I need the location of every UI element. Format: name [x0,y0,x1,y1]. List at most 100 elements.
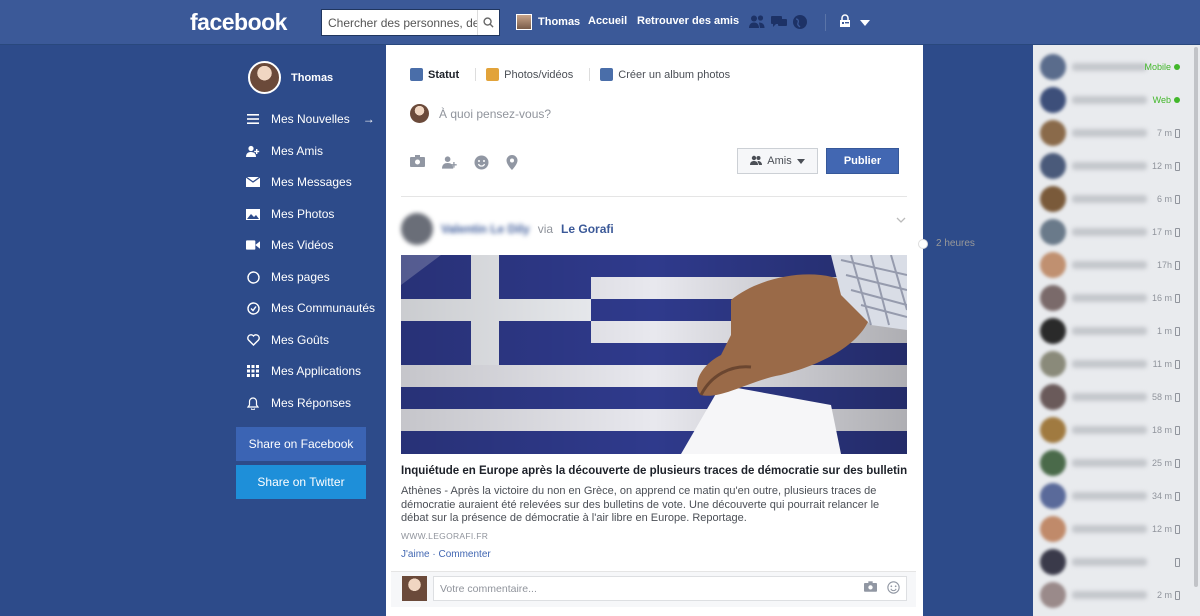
publish-button[interactable]: Publier [826,148,899,174]
chat-contact[interactable]: 12 m [1040,515,1190,543]
comment-input[interactable]: Votre commentaire... [433,576,907,601]
share-on-twitter-button[interactable]: Share on Twitter [236,465,366,499]
camera-icon[interactable] [864,581,877,597]
avatar [1040,351,1066,377]
emoji-icon[interactable] [887,581,900,597]
chat-contact-name [1072,591,1147,599]
camera-icon[interactable] [410,155,425,170]
status-input[interactable]: À quoi pensez-vous? [410,104,551,123]
sidebar-item-label: Mes pages [271,270,330,284]
feeling-smiley-icon[interactable] [474,155,489,170]
sidebar-item-videos[interactable]: Mes Vidéos [246,238,333,252]
avatar [1040,285,1066,311]
avatar [1040,384,1066,410]
chat-contact[interactable]: 17h [1040,251,1190,279]
chat-contact[interactable] [1040,548,1190,576]
sidebar-item-label: Mes Nouvelles [271,112,350,126]
sidebar-item-label: Mes Photos [271,207,335,221]
post-author[interactable]: Valentin Le Dily [441,222,530,236]
post-header: Valentin Le Dily via Le Gorafi [401,213,614,245]
post-link-description: Athènes - Après la victoire du non en Gr… [401,485,880,524]
messages-icon[interactable] [770,14,787,30]
chat-contact[interactable]: 34 m [1040,482,1190,510]
post-source-link[interactable]: Le Gorafi [561,222,614,236]
chat-contact-status: Mobile [1144,62,1180,72]
bell-icon [246,396,260,410]
chat-contact[interactable]: 12 m [1040,152,1190,180]
tab-create-album[interactable]: Créer un album photos [589,68,730,81]
topbar-user-name: Thomas [538,16,581,28]
chat-contact[interactable]: 6 m [1040,185,1190,213]
chat-contact[interactable]: 2 m [1040,581,1190,609]
comment-link[interactable]: Commenter [438,549,490,560]
topbar-profile-link[interactable]: Thomas [516,14,580,30]
envelope-icon [246,175,260,189]
chat-contact-status: 12 m [1152,161,1180,171]
notifications-globe-icon[interactable] [792,14,808,30]
sidebar-item-nouvelles[interactable]: Mes Nouvelles → [246,112,375,126]
status-placeholder: À quoi pensez-vous? [439,106,552,121]
tab-photos-videos[interactable]: Photos/vidéos [475,68,573,81]
share-on-facebook-button[interactable]: Share on Facebook [236,427,366,461]
facebook-logo[interactable]: facebook [190,9,287,36]
avatar [1040,549,1066,575]
avatar [410,104,429,123]
mobile-phone-icon [1175,425,1180,435]
author-avatar[interactable] [401,213,433,245]
like-link[interactable]: J'aime [401,549,430,560]
location-pin-icon[interactable] [506,155,521,170]
search-box [321,9,500,36]
post-options-chevron-icon[interactable] [896,212,906,226]
post-link-title[interactable]: Inquiétude en Europe après la découverte… [401,465,907,477]
chat-status-text: 2 m [1156,590,1172,600]
chat-contact[interactable]: 18 m [1040,416,1190,444]
chat-contact-name [1072,360,1147,368]
mobile-phone-icon [1175,359,1180,369]
search-icon [483,17,494,28]
sidebar-item-amis[interactable]: Mes Amis [246,144,323,158]
grid-icon [246,364,260,378]
sidebar-item-label: Mes Vidéos [271,238,334,252]
chat-contact[interactable]: 16 m [1040,284,1190,312]
comment-placeholder: Votre commentaire... [440,582,537,595]
privacy-shortcuts-icon[interactable] [838,14,852,31]
chat-status-text: 12 m [1151,524,1172,534]
sidebar-item-communautes[interactable]: Mes Communautés [246,301,375,315]
chat-status-text: 6 m [1156,194,1172,204]
friend-requests-icon[interactable] [748,14,765,30]
mobile-phone-icon [1175,161,1180,171]
post-time[interactable]: 2 heures [936,238,975,249]
tag-friend-icon[interactable] [442,155,457,170]
post-timeline-marker: 2 heures [918,238,975,249]
account-menu-chevron-icon[interactable] [860,16,870,30]
chat-contact[interactable]: Mobile [1040,53,1190,81]
sidebar-item-applications[interactable]: Mes Applications [246,364,361,378]
sidebar-item-messages[interactable]: Mes Messages [246,175,352,189]
find-friends-link[interactable]: Retrouver des amis [637,15,739,27]
chat-contact[interactable]: 7 m [1040,119,1190,147]
sidebar-item-reponses[interactable]: Mes Réponses [246,396,351,410]
post-link-image[interactable] [401,255,907,454]
avatar [1040,153,1066,179]
tab-statut[interactable]: Statut [410,68,459,81]
chat-contact[interactable]: 17 m [1040,218,1190,246]
chat-contact[interactable]: Web [1040,86,1190,114]
search-button[interactable] [477,10,499,35]
sidebar-item-photos[interactable]: Mes Photos [246,207,334,221]
chat-scrollbar[interactable] [1194,47,1198,587]
audience-selector[interactable]: Amis [737,148,818,174]
timeline-dot [918,238,928,249]
mobile-phone-icon [1175,590,1180,600]
sidebar-profile[interactable]: Thomas [248,61,333,94]
mobile-phone-icon [1175,392,1180,402]
sidebar-item-gouts[interactable]: Mes Goûts [246,333,329,347]
sidebar-item-pages[interactable]: Mes pages [246,270,330,284]
chat-contact[interactable]: 58 m [1040,383,1190,411]
chat-contact[interactable]: 25 m [1040,449,1190,477]
chat-contact[interactable]: 11 m [1040,350,1190,378]
chat-contact-name [1072,459,1147,467]
chat-status-text: 16 m [1151,293,1172,303]
chat-contact[interactable]: 1 m [1040,317,1190,345]
home-link[interactable]: Accueil [588,15,627,27]
search-input[interactable] [322,10,477,35]
